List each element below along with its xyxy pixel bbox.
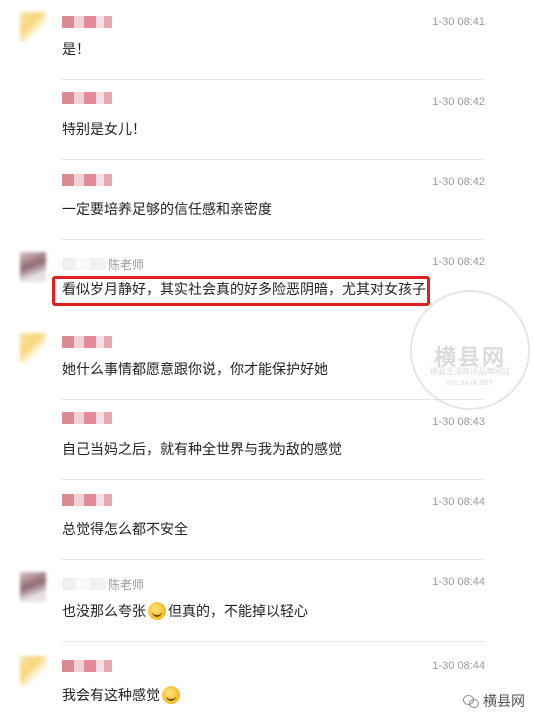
facepalm-emoji-icon — [162, 686, 180, 704]
watermark-seal: 横县网 横县生活资讯品牌网站 HXLIHUA.NET — [410, 290, 530, 410]
avatar[interactable] — [20, 656, 46, 686]
watermark-url: HXLIHUA.NET — [446, 380, 494, 387]
author-name-blurred[interactable] — [62, 336, 112, 348]
avatar[interactable] — [20, 333, 46, 363]
timestamp: 1-30 08:42 — [432, 176, 485, 188]
divider — [62, 239, 485, 240]
facepalm-emoji-icon — [148, 602, 166, 620]
author-name-blurred[interactable] — [62, 174, 112, 186]
divider — [62, 641, 485, 642]
avatar[interactable] — [20, 572, 46, 602]
comment-text: 是！ — [62, 42, 90, 58]
wechat-icon — [463, 694, 479, 708]
timestamp: 1-30 08:43 — [432, 416, 485, 428]
divider — [62, 479, 485, 480]
timestamp: 1-30 08:44 — [432, 660, 485, 672]
author-name-blurred[interactable] — [62, 660, 112, 672]
comment-text-before: 也没那么夸张 — [62, 604, 146, 620]
divider — [62, 559, 485, 560]
author-name-blurred[interactable] — [62, 92, 112, 104]
author-name-blurred[interactable] — [62, 258, 106, 270]
comment-text-after: 但真的，不能掉以轻心 — [168, 604, 308, 620]
comment-text: 一定要培养足够的信任感和亲密度 — [62, 202, 272, 218]
comment-text: 她什么事情都愿意跟你说，你才能保护好她 — [62, 362, 328, 378]
timestamp: 1-30 08:44 — [432, 496, 485, 508]
author-name[interactable]: 陈老师 — [108, 576, 144, 593]
brand-label: 横县网 — [483, 694, 525, 710]
author-name-blurred[interactable] — [62, 494, 112, 506]
avatar[interactable] — [20, 252, 46, 282]
timestamp: 1-30 08:42 — [432, 96, 485, 108]
timestamp: 1-30 08:41 — [432, 16, 485, 28]
comment-text: 特别是女儿！ — [62, 122, 146, 138]
timestamp: 1-30 08:44 — [432, 576, 485, 588]
author-name[interactable]: 陈老师 — [108, 256, 144, 273]
comment-text: 我会有这种感觉 — [62, 685, 182, 705]
divider — [62, 79, 485, 80]
avatar[interactable] — [20, 12, 46, 42]
comment-text: 自己当妈之后，就有种全世界与我为敌的感觉 — [62, 442, 342, 458]
comment-text: 也没那么夸张 但真的，不能掉以轻心 — [62, 601, 308, 621]
comment-text: 总觉得怎么都不安全 — [62, 522, 188, 538]
timestamp: 1-30 08:42 — [432, 256, 485, 268]
author-name-blurred[interactable] — [62, 578, 106, 590]
author-name-blurred[interactable] — [62, 16, 112, 28]
brand-footer: 横县网 — [463, 691, 525, 711]
author-name-blurred[interactable] — [62, 412, 112, 424]
divider — [62, 399, 485, 400]
highlight-box — [52, 276, 430, 306]
divider — [62, 159, 485, 160]
comment-text-before: 我会有这种感觉 — [62, 688, 160, 704]
watermark-subtitle: 横县生活资讯品牌网站 — [430, 367, 510, 376]
